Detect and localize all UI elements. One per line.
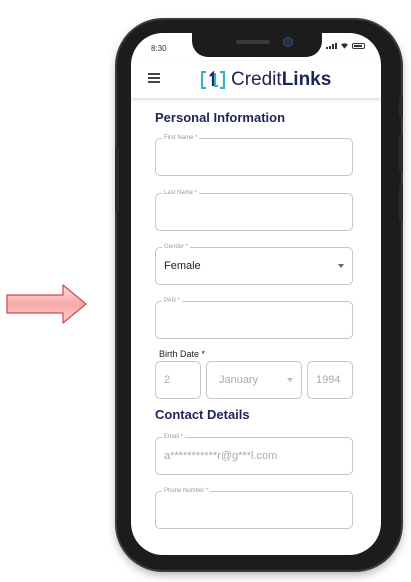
phone-side-button [399,134,403,172]
email-value: a***********r@g***l.com [164,450,278,462]
creditlinks-logo-icon [201,71,225,89]
phone-side-button [399,96,403,118]
signal-icon [326,43,337,49]
speaker-grille [236,40,270,44]
chevron-down-icon [338,264,344,268]
gender-select[interactable]: Gender * Female [155,243,353,285]
phone-screen: 8:30 CreditLinks Personal Information Fi… [131,33,381,555]
hamburger-menu-icon[interactable] [148,73,160,83]
first-name-field[interactable]: First Name * [155,134,353,176]
arrow-right-icon [6,284,87,324]
phone-side-button [399,184,403,222]
wifi-icon [341,43,348,49]
contact-details-heading: Contact Details [155,407,250,422]
status-icons [326,42,365,49]
birth-date-label: Birth Date * [159,349,206,359]
phone-notch [192,33,322,57]
last-name-label: Last Name * [162,189,200,198]
chevron-down-icon [287,378,293,382]
camera-icon [284,38,292,46]
email-field[interactable]: Email * a***********r@g***l.com [155,433,353,475]
phone-number-label: Phone Number * [162,487,211,496]
birth-day-value: 2 [164,374,171,386]
battery-icon [352,43,365,49]
birth-year-value: 1994 [316,374,341,386]
birth-month-value: January [219,374,259,386]
first-name-label: First Name * [162,134,200,143]
gender-value: Female [164,260,201,272]
birth-year-field[interactable]: 1994 [307,361,353,399]
status-time: 8:30 [151,44,167,53]
brand-suffix: Links [281,69,332,90]
app-bar: CreditLinks [131,61,381,99]
brand-prefix: Credit [231,69,282,90]
phone-side-button [115,146,119,212]
brand-logo: CreditLinks [201,69,331,91]
birth-month-select[interactable]: January [206,361,302,399]
brand-name: CreditLinks [231,69,331,91]
pan-field[interactable]: PAN * [155,297,353,339]
personal-info-heading: Personal Information [155,110,286,125]
last-name-field[interactable]: Last Name * [155,189,353,231]
phone-number-field[interactable]: Phone Number * [155,487,353,529]
pan-label: PAN * [162,297,182,306]
birth-day-field[interactable]: 2 [155,361,201,399]
